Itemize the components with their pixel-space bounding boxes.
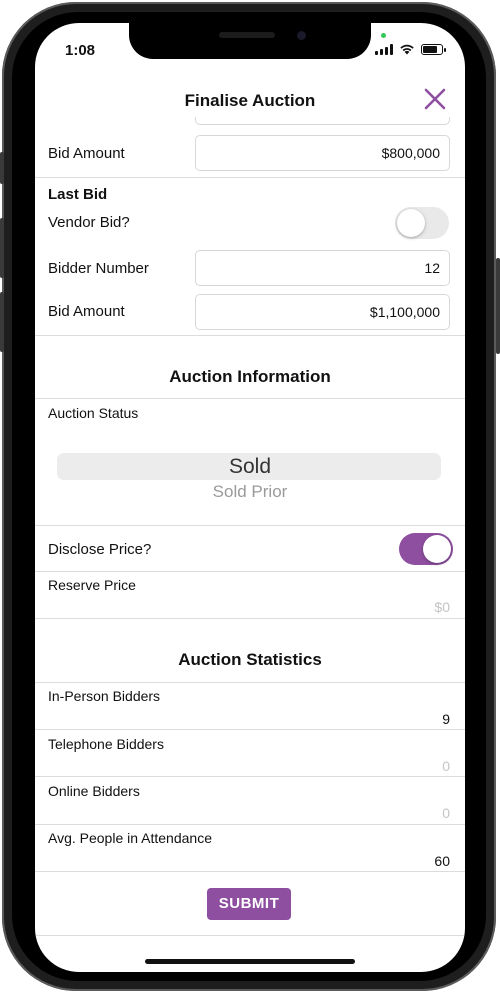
divider	[35, 571, 465, 572]
auction-status-selected-option[interactable]: Sold	[35, 455, 465, 479]
first-bid-amount-label: Bid Amount	[48, 145, 125, 162]
volume-up-button	[0, 218, 4, 278]
vendor-bid-toggle[interactable]	[395, 207, 449, 239]
auction-status-label: Auction Status	[48, 405, 139, 421]
divider	[35, 729, 465, 730]
divider	[35, 525, 465, 526]
notch	[129, 23, 371, 59]
divider	[35, 824, 465, 825]
power-button	[496, 258, 500, 354]
online-bidders-label: Online Bidders	[48, 783, 140, 799]
page-title: Finalise Auction	[184, 91, 316, 110]
volume-down-button	[0, 292, 4, 352]
bidder-number-label: Bidder Number	[48, 260, 149, 277]
vendor-bid-label: Vendor Bid?	[48, 214, 130, 231]
bidder-number-field[interactable]: 12	[195, 250, 450, 286]
disclose-price-label: Disclose Price?	[48, 541, 152, 558]
divider	[35, 682, 465, 683]
mute-switch	[0, 152, 4, 184]
last-bid-amount-field[interactable]: $1,100,000	[195, 294, 450, 330]
camera-indicator-dot	[381, 33, 386, 38]
divider	[35, 398, 465, 399]
battery-icon	[421, 43, 446, 55]
submit-button[interactable]: SUBMIT	[207, 888, 291, 920]
telephone-bidders-input[interactable]: 0	[442, 758, 450, 774]
auction-status-next-option[interactable]: Sold Prior	[35, 482, 465, 502]
disclose-price-toggle[interactable]	[399, 533, 453, 565]
divider	[35, 335, 465, 336]
speaker	[219, 32, 275, 38]
divider	[35, 935, 465, 936]
last-bid-amount-label: Bid Amount	[48, 303, 125, 320]
auction-statistics-heading: Auction Statistics	[178, 650, 322, 669]
in-person-bidders-label: In-Person Bidders	[48, 688, 161, 704]
divider	[35, 776, 465, 777]
toggle-knob	[423, 535, 451, 563]
toggle-knob	[397, 209, 425, 237]
divider	[35, 871, 465, 872]
telephone-bidders-label: Telephone Bidders	[48, 736, 164, 752]
previous-field-edge	[195, 117, 450, 125]
close-icon[interactable]	[423, 87, 447, 111]
front-camera	[297, 31, 306, 40]
app-screen: 1:08 Finalise Auction Bid Amount $800,00…	[35, 23, 465, 972]
divider	[35, 177, 465, 178]
cellular-signal-icon	[375, 43, 393, 55]
status-icons	[375, 43, 446, 55]
reserve-price-label: Reserve Price	[48, 577, 136, 593]
auction-information-heading: Auction Information	[169, 367, 331, 386]
in-person-bidders-input[interactable]: 9	[442, 711, 450, 727]
reserve-price-input[interactable]: $0	[434, 599, 450, 615]
last-bid-heading: Last Bid	[48, 186, 108, 203]
divider	[35, 618, 465, 619]
first-bid-amount-field[interactable]: $800,000	[195, 135, 450, 171]
wifi-icon	[400, 44, 414, 55]
modal-header: Finalise Auction	[35, 71, 465, 123]
online-bidders-input[interactable]: 0	[442, 805, 450, 821]
avg-attendance-input[interactable]: 60	[434, 853, 450, 869]
avg-attendance-label: Avg. People in Attendance	[48, 830, 212, 846]
home-indicator[interactable]	[145, 959, 355, 964]
status-time: 1:08	[65, 42, 96, 59]
